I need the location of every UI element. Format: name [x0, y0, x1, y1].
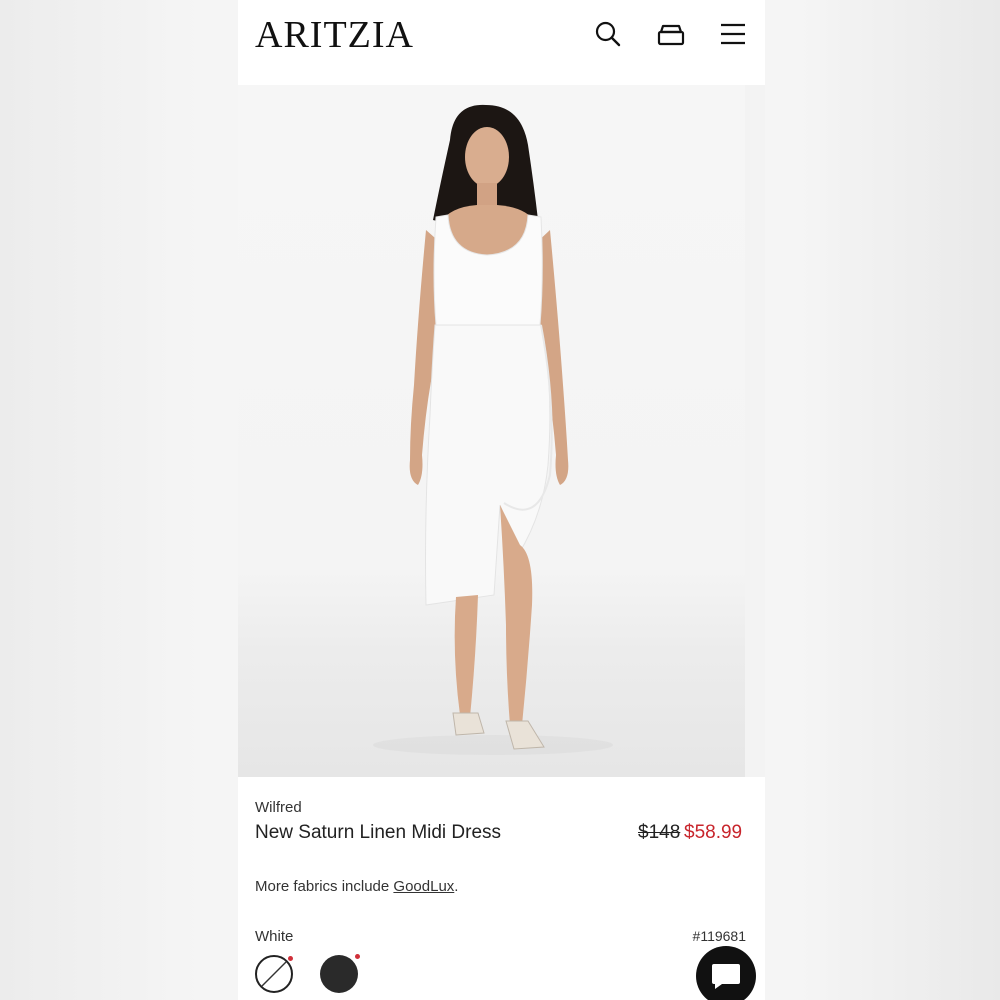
menu-button[interactable] [716, 17, 750, 51]
product-image[interactable] [238, 85, 745, 777]
menu-icon [721, 23, 745, 45]
original-price: $148 [638, 822, 681, 843]
aritzia-logo[interactable]: ARITZIA [255, 13, 414, 57]
image-gallery-edge [745, 85, 765, 777]
bag-icon [657, 24, 685, 46]
swatch-black[interactable] [320, 954, 360, 993]
phone-screen: ARITZIA Wilfred New Saturn Linen Midi Dr… [238, 0, 765, 1000]
chat-button[interactable] [696, 946, 756, 1000]
fabrics-note: More fabrics include GoodLux. [255, 878, 458, 895]
product-title: New Saturn Linen Midi Dress [255, 822, 502, 843]
swatch-white-pattern [261, 961, 287, 987]
site-header: ARITZIA [238, 0, 765, 85]
bag-button[interactable] [654, 17, 688, 51]
fabrics-suffix: . [454, 878, 459, 895]
fabrics-prefix: More fabrics include [255, 878, 394, 895]
search-icon [595, 21, 621, 47]
sale-dot [355, 954, 360, 959]
selected-color-label: White [255, 928, 294, 945]
product-brand: Wilfred [255, 799, 302, 816]
sale-price: $58.99 [684, 822, 743, 843]
search-button[interactable] [591, 17, 625, 51]
product-sku: #119681 [692, 928, 746, 944]
swatch-white[interactable] [255, 955, 293, 993]
chat-bubble-icon [712, 964, 740, 989]
model-in-dress-image [373, 104, 613, 755]
sale-dot [288, 956, 293, 961]
goodlux-link[interactable]: GoodLux [393, 878, 454, 895]
